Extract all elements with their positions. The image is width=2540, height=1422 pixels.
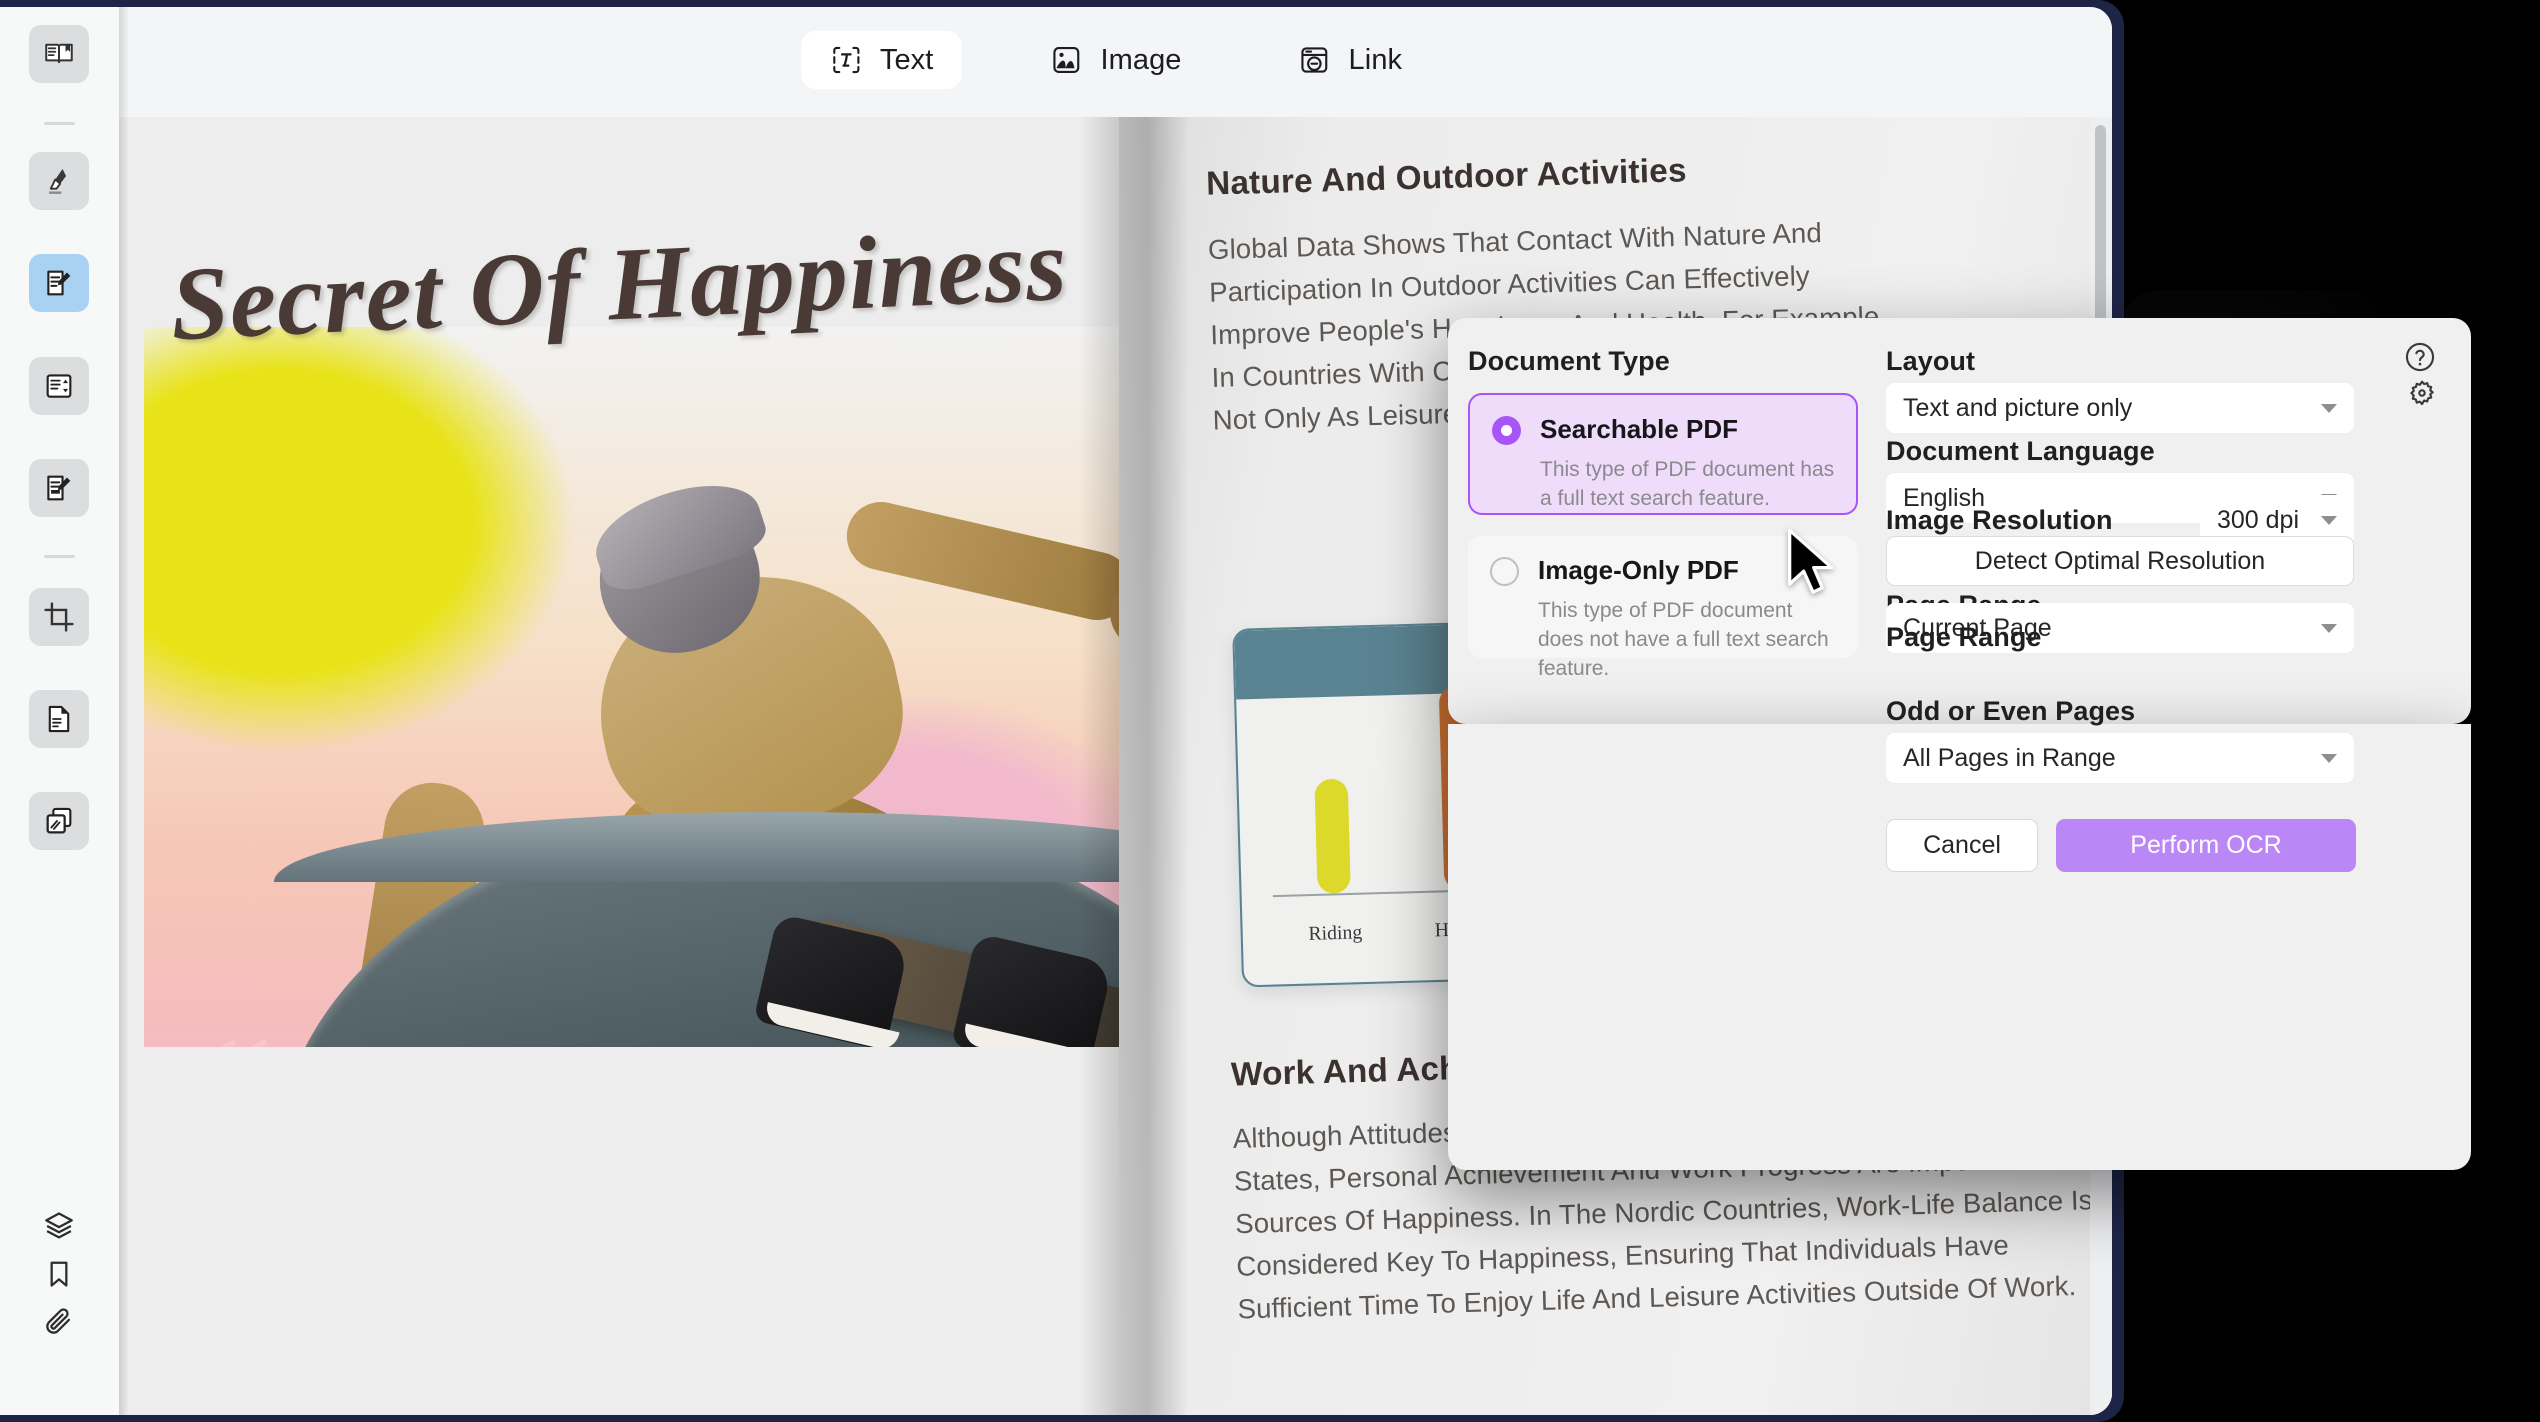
chevron-down-icon	[2321, 515, 2337, 525]
option-description-image-only: This type of PDF document does not have …	[1538, 599, 1829, 680]
text-box-icon	[829, 43, 863, 77]
sidebar-item-ocr[interactable]	[29, 792, 89, 850]
layers-icon	[42, 1209, 76, 1248]
odd-or-even-select[interactable]: All Pages in Range	[1886, 733, 2354, 783]
top-toolbar: Text Image Link	[119, 7, 2112, 117]
image-icon	[1049, 43, 1083, 77]
odd-or-even-value: All Pages in Range	[1903, 743, 2116, 772]
bookmark-icon	[43, 1258, 75, 1295]
gear-icon[interactable]	[2405, 378, 2439, 417]
rail-divider-2	[44, 555, 75, 558]
left-toolbar-rail	[0, 7, 119, 1415]
option-description-searchable: This type of PDF document has a full tex…	[1540, 458, 1835, 510]
odd-or-even-label: Odd or Even Pages	[1886, 696, 2136, 726]
annotate-pen-icon	[42, 471, 76, 505]
sidebar-item-layers[interactable]	[29, 1202, 89, 1254]
highlighter-icon	[42, 164, 76, 198]
document-language-label: Document Language	[1886, 436, 2155, 466]
chart-bar-riding	[1314, 778, 1351, 894]
perform-ocr-button[interactable]: Perform OCR	[2056, 819, 2356, 872]
layout-label: Layout	[1886, 346, 1976, 376]
sidebar-item-attachments[interactable]	[29, 1298, 89, 1350]
page-corner-icon	[42, 702, 76, 736]
sidebar-item-page-navigation[interactable]	[29, 357, 89, 415]
document-page-left: “ Research From Around The World Consist…	[119, 117, 1119, 1415]
sidebar-item-edit-document[interactable]	[29, 254, 89, 312]
page-range-label-2: Page Range	[1886, 622, 2042, 652]
layout-select-value: Text and picture only	[1903, 393, 2133, 422]
document-type-option-searchable[interactable]: Searchable PDF This type of PDF document…	[1468, 393, 1858, 515]
image-resolution-value: 300 dpi	[2217, 505, 2300, 534]
crop-icon	[42, 600, 76, 634]
detect-optimal-resolution-button[interactable]: Detect Optimal Resolution	[1886, 536, 2354, 586]
open-book-icon	[42, 37, 76, 71]
image-resolution-label: Image Resolution	[1886, 505, 2113, 535]
radio-searchable-pdf[interactable]	[1492, 416, 1521, 445]
page-spread-icon	[42, 369, 76, 403]
tool-tab-group: Text Image Link	[800, 31, 1431, 89]
option-title-searchable: Searchable PDF	[1540, 414, 1738, 444]
right-page-heading-1: Nature And Outdoor Activities	[1205, 151, 1688, 202]
sidebar-item-page-tools[interactable]	[29, 690, 89, 748]
mouse-cursor	[1784, 528, 1842, 603]
cover-photo: “ Research From Around The World Consist…	[144, 327, 1119, 1047]
link-icon	[1298, 43, 1332, 77]
document-pen-icon	[42, 266, 76, 300]
tab-text[interactable]: Text	[800, 31, 962, 89]
rail-divider-1	[44, 122, 75, 125]
sidebar-item-annotate[interactable]	[29, 459, 89, 517]
tab-link-label: Link	[1348, 43, 1403, 76]
option-title-image-only: Image-Only PDF	[1538, 555, 1739, 585]
sidebar-item-reader-view[interactable]	[29, 25, 89, 83]
radio-image-only-pdf[interactable]	[1490, 557, 1519, 586]
tab-text-label: Text	[879, 43, 934, 76]
layout-select[interactable]: Text and picture only	[1886, 383, 2354, 433]
sidebar-item-crop[interactable]	[29, 588, 89, 646]
chevron-down-icon	[2321, 753, 2337, 763]
sidebar-item-highlighter[interactable]	[29, 152, 89, 210]
ocr-settings-dialog: Document Type Searchable PDF This type o…	[1448, 318, 2471, 724]
ocr-settings-dialog-lower: Page Range Odd or Even Pages All Pages i…	[1448, 622, 2471, 1170]
stacked-pages-icon	[42, 804, 76, 838]
paperclip-icon	[42, 1305, 76, 1344]
chevron-down-icon	[2321, 403, 2337, 413]
cancel-button[interactable]: Cancel	[1886, 819, 2038, 872]
sidebar-item-bookmarks[interactable]	[29, 1250, 89, 1302]
chevron-down-icon	[2321, 623, 2337, 633]
document-type-label: Document Type	[1468, 346, 1670, 376]
tab-image-label: Image	[1100, 43, 1182, 76]
tab-link[interactable]: Link	[1270, 31, 1431, 89]
question-circle-icon[interactable]	[2403, 340, 2437, 379]
chart-label-riding: Riding	[1308, 921, 1363, 946]
quote-mark-icon: “	[206, 1014, 273, 1047]
tab-image[interactable]: Image	[1021, 31, 1209, 89]
